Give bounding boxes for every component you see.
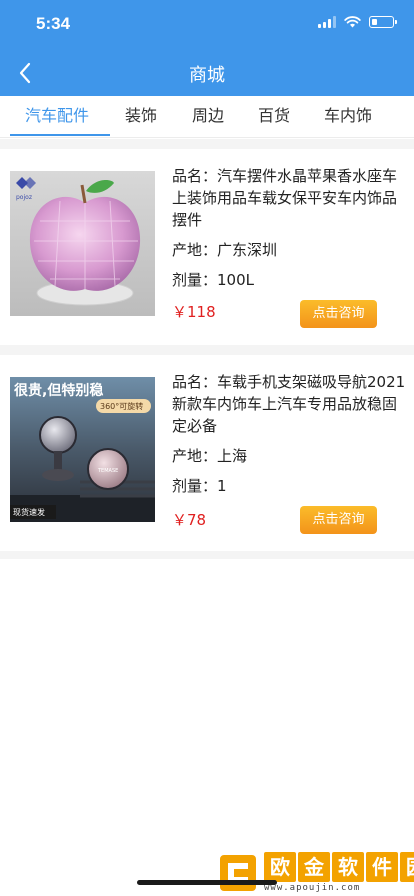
divider — [0, 551, 414, 559]
divider — [0, 139, 414, 149]
watermark-char: 金 — [298, 852, 330, 882]
watermark-title: 欧 金 软 件 园 — [264, 852, 414, 882]
tab-decoration[interactable]: 装饰 — [125, 96, 157, 138]
watermark-char: 欧 — [264, 852, 296, 882]
product-dosage: 剂量：1 — [172, 477, 227, 495]
divider — [0, 345, 414, 355]
svg-text:360°可旋转: 360°可旋转 — [100, 401, 143, 411]
product-image[interactable]: 很贵,但特别稳 360°可旋转 TEMASE 现货速发 — [10, 377, 155, 522]
nav-bar: 商城 — [0, 50, 414, 96]
svg-text:TEMASE: TEMASE — [97, 468, 118, 474]
product-price: ￥118 — [172, 303, 216, 321]
watermark: 欧 金 软 件 园 www.apoujin.com — [218, 852, 414, 893]
watermark-logo-icon — [220, 854, 256, 891]
product-card[interactable]: 很贵,但特别稳 360°可旋转 TEMASE 现货速发 品名：车载手机支架磁吸导… — [0, 355, 414, 551]
product-card[interactable]: pojoz 品名：汽车摆件水晶苹果香水座车上装饰用品车载女保平安车内饰品摆件 产… — [0, 149, 414, 345]
svg-text:很贵,但特别稳: 很贵,但特别稳 — [14, 382, 103, 399]
tab-peripherals[interactable]: 周边 — [192, 96, 224, 138]
product-origin: 产地：广东深圳 — [172, 241, 278, 259]
phone-holder-image: 很贵,但特别稳 360°可旋转 TEMASE 现货速发 — [10, 377, 155, 522]
product-origin: 产地：上海 — [172, 447, 248, 465]
product-image[interactable]: pojoz — [10, 171, 155, 316]
watermark-char: 园 — [400, 852, 414, 882]
watermark-char: 软 — [332, 852, 364, 882]
product-price: ￥78 — [172, 511, 207, 529]
tab-general-goods[interactable]: 百货 — [258, 96, 290, 138]
watermark-url: www.apoujin.com — [264, 883, 361, 893]
consult-button[interactable]: 点击咨询 — [300, 506, 377, 534]
svg-text:现货速发: 现货速发 — [13, 507, 45, 517]
product-name: 品名：车载手机支架磁吸导航2021新款车内饰车上汽车专用品放稳固定必备 — [172, 373, 406, 435]
consult-button[interactable]: 点击咨询 — [300, 300, 377, 328]
cellular-signal-icon — [318, 16, 336, 28]
crystal-apple-image: pojoz — [10, 171, 155, 316]
product-name: 品名：汽车摆件水晶苹果香水座车上装饰用品车载女保平安车内饰品摆件 — [172, 167, 398, 229]
category-tabs: 汽车配件 装饰 周边 百货 车内饰 — [0, 96, 414, 138]
status-icons — [318, 16, 397, 28]
status-time: 5:34 — [36, 14, 71, 33]
status-bar: 5:34 — [0, 0, 414, 50]
product-info: 品名：车载手机支架磁吸导航2021新款车内饰车上汽车专用品放稳固定必备 产地：上… — [172, 371, 408, 497]
svg-text:pojoz: pojoz — [16, 194, 32, 201]
active-tab-indicator — [10, 134, 110, 136]
battery-icon — [369, 16, 397, 28]
tab-car-interior[interactable]: 车内饰 — [324, 96, 372, 138]
wifi-icon — [344, 16, 361, 28]
product-dosage: 剂量：100L — [172, 271, 254, 289]
product-info: 品名：汽车摆件水晶苹果香水座车上装饰用品车载女保平安车内饰品摆件 产地：广东深圳… — [172, 165, 408, 291]
tab-auto-parts[interactable]: 汽车配件 — [25, 96, 89, 138]
page-title: 商城 — [189, 65, 225, 86]
battery-level — [371, 18, 378, 25]
watermark-char: 件 — [366, 852, 398, 882]
home-indicator[interactable] — [137, 880, 277, 885]
